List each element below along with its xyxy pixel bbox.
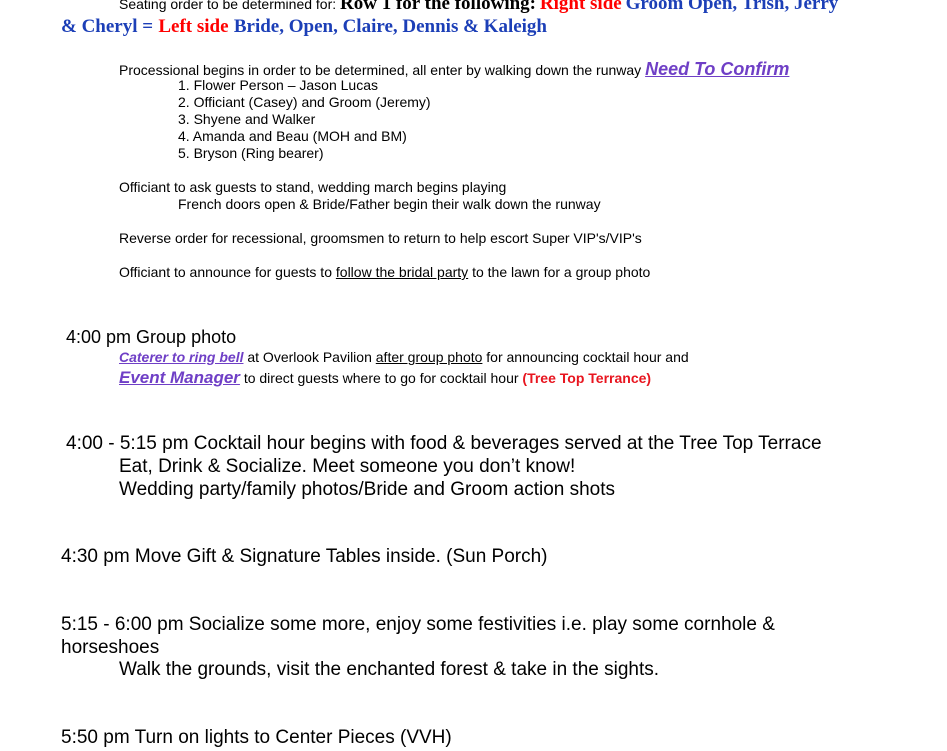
gift-tables-title: 4:30 pm Move Gift & Signature Tables ins…: [61, 546, 548, 567]
socialize-title: 5:15 - 6:00 pm Socialize some more, enjo…: [61, 614, 775, 635]
seating-line-2: & Cheryl = Left side Bride, Open, Claire…: [61, 16, 547, 38]
event-manager-line: Event Manager to direct guests where to …: [119, 367, 651, 389]
cocktail-title: 4:00 - 5:15 pm Cocktail hour begins with…: [66, 433, 822, 454]
processional-order-2: 2. Officiant (Casey) and Groom (Jeremy): [178, 94, 431, 110]
left-side-names: Bride, Open, Claire, Dennis & Kaleigh: [233, 16, 548, 37]
processional-intro: Processional begins in order to be deter…: [119, 62, 642, 78]
french-doors-text: French doors open & Bride/Father begin t…: [178, 196, 601, 212]
right-side-label: Right side: [539, 0, 622, 14]
event-manager-text: to direct guests where to go for cocktai…: [243, 370, 519, 386]
seating-intro: Seating order to be determined for:: [119, 0, 337, 12]
announce-suffix: to the lawn for a group photo: [472, 264, 651, 280]
right-side-names: Groom Open, Trish, Jerry: [625, 0, 839, 14]
seating-line-1: Seating order to be determined for: Row …: [119, 0, 838, 14]
caterer-link[interactable]: Caterer to ring bell: [119, 349, 243, 365]
seating-line2-prefix: & Cheryl =: [61, 16, 154, 37]
processional-order-4: 4. Amanda and Beau (MOH and BM): [178, 128, 407, 144]
processional-order-5: 5. Bryson (Ring bearer): [178, 145, 324, 161]
processional-order-1: 1. Flower Person – Jason Lucas: [178, 77, 378, 93]
processional-order-3: 3. Shyene and Walker: [178, 111, 316, 127]
row1-label: Row 1 for the following:: [340, 0, 536, 14]
tree-top-terrance: (Tree Top Terrance): [522, 370, 652, 386]
need-to-confirm-link[interactable]: Need To Confirm: [645, 59, 789, 79]
follow-bridal-party-link[interactable]: follow the bridal party: [336, 264, 468, 280]
group-photo-title: 4:00 pm Group photo: [66, 327, 237, 347]
socialize-title-cont: horseshoes: [61, 637, 160, 658]
event-manager-link[interactable]: Event Manager: [119, 368, 240, 387]
cocktail-line-3: Wedding party/family photos/Bride and Gr…: [119, 479, 616, 500]
caterer-end: for announcing cocktail hour and: [486, 349, 689, 365]
left-side-label: Left side: [158, 16, 229, 37]
socialize-line-2: Walk the grounds, visit the enchanted fo…: [119, 659, 660, 680]
cocktail-line-2: Eat, Drink & Socialize. Meet someone you…: [119, 456, 576, 477]
recessional-text: Reverse order for recessional, groomsmen…: [119, 230, 642, 246]
lights-title: 5:50 pm Turn on lights to Center Pieces …: [61, 727, 452, 748]
announce-prefix: Officiant to announce for guests to: [119, 264, 332, 280]
after-group-photo-link[interactable]: after group photo: [376, 349, 483, 365]
announce-line: Officiant to announce for guests to foll…: [119, 264, 650, 281]
caterer-mid: at Overlook Pavilion: [247, 349, 372, 365]
caterer-line: Caterer to ring bell at Overlook Pavilio…: [119, 349, 689, 366]
officiant-stand-text: Officiant to ask guests to stand, weddin…: [119, 179, 507, 195]
